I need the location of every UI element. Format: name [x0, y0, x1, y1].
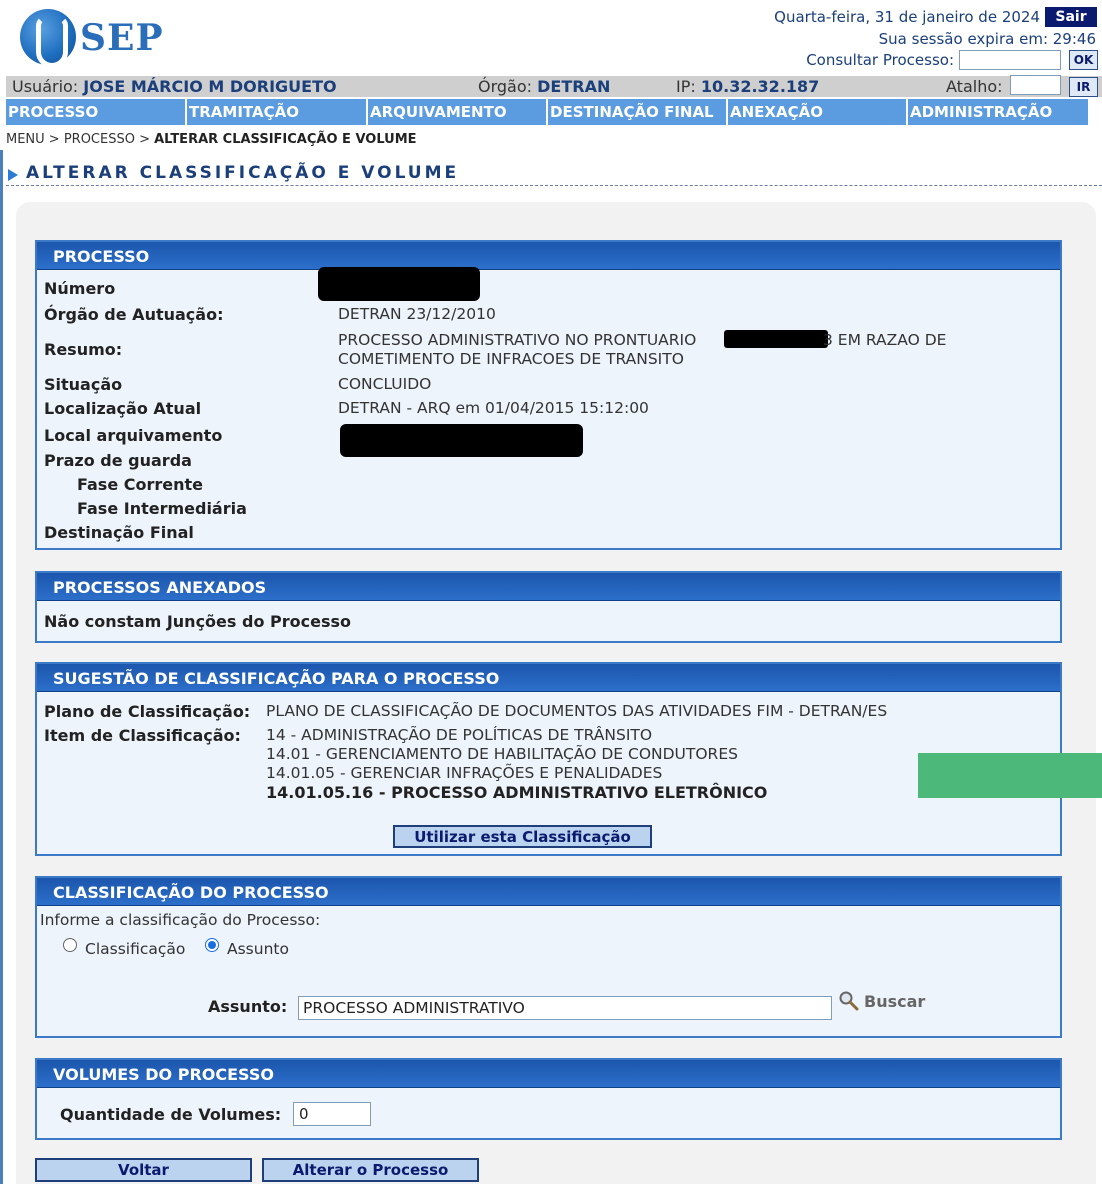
numero-redacted — [318, 267, 480, 301]
use-classification-button[interactable]: Utilizar esta Classificação — [393, 825, 652, 848]
breadcrumb: MENU > PROCESSO > ALTERAR CLASSIFICAÇÃO … — [6, 132, 417, 147]
main-menu: PROCESSO TRAMITAÇÃO ARQUIVAMENTO DESTINA… — [6, 99, 1088, 125]
orgao-autuacao-label: Órgão de Autuação: — [44, 305, 224, 324]
user-name: JOSE MÁRCIO M DORIGUETO — [83, 77, 337, 96]
item-1: 14 - ADMINISTRAÇÃO DE POLÍTICAS DE TRÂNS… — [266, 726, 653, 744]
local-arquivamento-redacted — [340, 424, 583, 457]
volumes-panel-title: VOLUMES DO PROCESSO — [37, 1060, 1060, 1088]
item-label: Item de Classificação: — [44, 726, 241, 745]
radio-assunto[interactable] — [205, 938, 219, 952]
org-label: Órgão: — [478, 77, 533, 96]
buscar-button[interactable]: Buscar — [864, 992, 925, 1011]
ip-label: IP: — [676, 77, 696, 96]
user-info-bar: Usuário: JOSE MÁRCIO M DORIGUETO Órgão: … — [6, 76, 1102, 97]
fase-intermediaria-label: Fase Intermediária — [77, 499, 247, 518]
search-icon[interactable] — [838, 990, 860, 1016]
menu-administracao[interactable]: ADMINISTRAÇÃO — [908, 99, 1088, 125]
org-name: DETRAN — [537, 77, 611, 96]
menu-tramitacao[interactable]: TRAMITAÇÃO — [187, 99, 368, 125]
anexados-panel: PROCESSOS ANEXADOS — [35, 571, 1062, 643]
quantidade-input[interactable]: 0 — [293, 1102, 371, 1126]
plano-label: Plano de Classificação: — [44, 702, 251, 721]
local-arquivamento-label: Local arquivamento — [44, 426, 223, 445]
anexados-message: Não constam Junções do Processo — [44, 612, 351, 631]
menu-arquivamento[interactable]: ARQUIVAMENTO — [368, 99, 548, 125]
assunto-input[interactable]: PROCESSO ADMINISTRATIVO — [298, 996, 832, 1020]
volumes-panel: VOLUMES DO PROCESSO — [35, 1058, 1062, 1140]
menu-destinacao-final[interactable]: DESTINAÇÃO FINAL — [548, 99, 728, 125]
resumo-value-line1b: 3 EM RAZAO DE — [823, 331, 947, 349]
breadcrumb-current: ALTERAR CLASSIFICAÇÃO E VOLUME — [154, 132, 417, 147]
current-date: Quarta-feira, 31 de janeiro de 2024 — [774, 8, 1040, 26]
breadcrumb-path[interactable]: MENU > PROCESSO > — [6, 132, 154, 147]
resumo-label: Resumo: — [44, 340, 123, 359]
situacao-label: Situação — [44, 375, 123, 394]
user-label: Usuário: — [12, 77, 79, 96]
consult-process-label: Consultar Processo: — [806, 51, 954, 69]
classificacao-panel-title: CLASSIFICAÇÃO DO PROCESSO — [37, 878, 1060, 906]
consult-process-input[interactable] — [959, 50, 1061, 70]
orgao-autuacao-value: DETRAN 23/12/2010 — [338, 305, 496, 323]
fase-corrente-label: Fase Corrente — [77, 475, 203, 494]
voltar-button[interactable]: Voltar — [35, 1158, 252, 1182]
destinacao-final-label: Destinação Final — [44, 523, 194, 542]
quantidade-label: Quantidade de Volumes: — [60, 1105, 282, 1124]
logout-button[interactable]: Sair — [1045, 7, 1097, 27]
situacao-value: CONCLUIDO — [338, 375, 432, 393]
page-title: ALTERAR CLASSIFICAÇÃO E VOLUME — [26, 163, 460, 183]
item-4: 14.01.05.16 - PROCESSO ADMINISTRATIVO EL… — [266, 783, 768, 802]
plano-value: PLANO DE CLASSIFICAÇÃO DE DOCUMENTOS DAS… — [266, 702, 888, 720]
radio-assunto-label[interactable]: Assunto — [227, 940, 289, 958]
logo-mark — [36, 16, 68, 68]
numero-label: Número — [44, 279, 116, 298]
title-arrow-icon — [8, 169, 18, 181]
assunto-label: Assunto: — [208, 997, 288, 1016]
session-timer: Sua sessão expira em: 29:46 — [878, 30, 1096, 48]
title-divider — [6, 185, 1102, 186]
logo-text: SEP — [80, 17, 164, 59]
left-border — [0, 150, 3, 1184]
radio-classificacao-label[interactable]: Classificação — [85, 940, 185, 958]
processo-panel-title: PROCESSO — [37, 242, 1060, 270]
prazo-guarda-label: Prazo de guarda — [44, 451, 192, 470]
prontuario-redacted — [724, 330, 828, 348]
resumo-value-line2: COMETIMENTO DE INFRACOES DE TRANSITO — [338, 350, 684, 368]
item-2: 14.01 - GERENCIAMENTO DE HABILITAÇÃO DE … — [266, 745, 738, 763]
resumo-value-line1a: PROCESSO ADMINISTRATIVO NO PRONTUARIO — [338, 331, 697, 349]
item-3: 14.01.05 - GERENCIAR INFRAÇÕES E PENALID… — [266, 764, 663, 782]
classificacao-instruction: Informe a classificação do Processo: — [40, 911, 321, 929]
anexados-panel-title: PROCESSOS ANEXADOS — [37, 573, 1060, 601]
menu-anexacao[interactable]: ANEXAÇÃO — [728, 99, 908, 125]
sugestao-panel-title: SUGESTÃO DE CLASSIFICAÇÃO PARA O PROCESS… — [37, 664, 1060, 692]
alterar-processo-button[interactable]: Alterar o Processo — [262, 1158, 479, 1182]
shortcut-go-button[interactable]: IR — [1069, 77, 1098, 97]
localizacao-value: DETRAN - ARQ em 01/04/2015 15:12:00 — [338, 399, 649, 417]
shortcut-label: Atalho: — [946, 77, 1003, 96]
ip-address: 10.32.32.187 — [700, 77, 820, 96]
radio-classificacao[interactable] — [63, 938, 77, 952]
consult-ok-button[interactable]: OK — [1069, 50, 1098, 70]
localizacao-label: Localização Atual — [44, 399, 202, 418]
menu-processo[interactable]: PROCESSO — [6, 99, 187, 125]
shortcut-input[interactable] — [1010, 75, 1061, 95]
overlay-green-block — [918, 753, 1102, 798]
